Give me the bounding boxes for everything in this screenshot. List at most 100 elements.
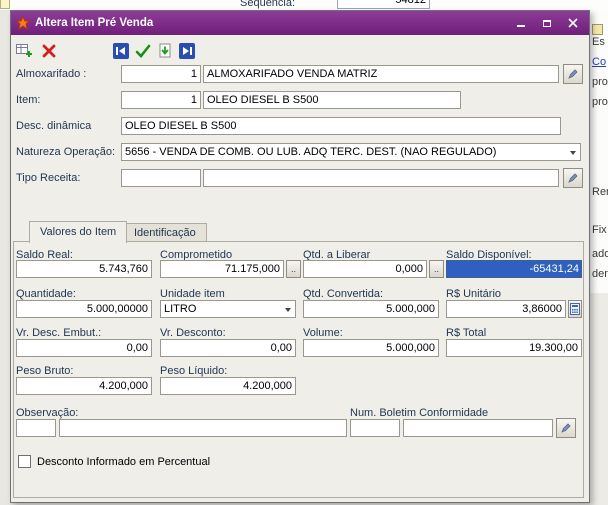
boletim-conformidade-label: Num. Boletim Conformidade (350, 407, 488, 419)
comprometido-field[interactable]: 71.175,000 (160, 260, 284, 278)
window-controls (509, 15, 584, 32)
boletim-lookup-button[interactable] (556, 418, 576, 438)
almoxarifado-lookup-button[interactable] (563, 64, 583, 84)
chevron-down-icon (285, 308, 291, 312)
qtd-a-liberar-field[interactable]: 0,000 (303, 260, 427, 278)
post-arrow-icon (156, 42, 174, 60)
background-text-fragment: Es (592, 36, 605, 48)
nav-last-button[interactable] (177, 41, 197, 61)
desc-dinamica-field[interactable]: OLEO DIESEL B S500 (121, 117, 561, 135)
nav-last-icon (178, 42, 196, 60)
background-window-right: Es Co pro prov Ren Fix ados den (590, 10, 608, 293)
close-icon (568, 18, 578, 28)
boletim-text-field[interactable] (403, 419, 553, 437)
background-text-fragment: Fix (592, 224, 607, 236)
background-fragment-icon (592, 24, 603, 35)
qtd-a-liberar-more-button[interactable]: .. (429, 260, 444, 278)
rs-unitario-label: R$ Unitário (446, 288, 501, 300)
unidade-item-select[interactable]: LITRO (160, 300, 296, 318)
tab-valores-do-item[interactable]: Valores do Item (29, 221, 127, 243)
calculator-button[interactable] (568, 300, 582, 318)
dialog-title: Altera Item Pré Venda (35, 17, 153, 29)
selected-text: -65431,24 (447, 261, 581, 277)
qtd-convertida-field[interactable]: 5.000,000 (303, 300, 439, 318)
tipo-receita-code-field[interactable] (121, 169, 201, 187)
tipo-receita-label: Tipo Receita: (16, 172, 80, 184)
quantidade-field[interactable]: 5.000,00000 (16, 300, 152, 318)
peso-bruto-field[interactable]: 4.200,000 (16, 377, 152, 395)
nav-first-icon (112, 42, 130, 60)
tipo-receita-lookup-button[interactable] (563, 168, 583, 188)
close-button[interactable] (561, 15, 584, 32)
pencil-icon (567, 68, 579, 80)
natureza-operacao-select[interactable]: 5656 - VENDA DE COMB. OU LUB. ADQ TERC. … (121, 143, 581, 161)
peso-bruto-label: Peso Bruto: (16, 365, 73, 377)
background-text-fragment: den (592, 268, 608, 280)
almoxarifado-label: Almoxarifado : (16, 68, 86, 80)
tab-identificacao[interactable]: Identificação (123, 223, 207, 242)
almoxarifado-code-field[interactable]: 1 (121, 65, 201, 83)
background-text-fragment: prov (592, 96, 608, 108)
volume-field[interactable]: 5.000,000 (303, 339, 439, 357)
boletim-code-field[interactable] (350, 419, 400, 437)
valores-do-item-panel: Saldo Real: 5.743,760 Comprometido 71.17… (13, 241, 584, 498)
minimize-button[interactable] (509, 15, 532, 32)
desc-dinamica-label: Desc. dinâmica (16, 120, 91, 132)
dialog-titlebar[interactable]: Altera Item Pré Venda (11, 11, 589, 35)
delete-icon (40, 42, 58, 60)
almoxarifado-name-field[interactable]: ALMOXARIFADO VENDA MATRIZ (203, 65, 559, 83)
post-button[interactable] (155, 41, 175, 61)
toolbar (11, 35, 589, 67)
delete-button[interactable] (39, 41, 59, 61)
peso-liquido-field[interactable]: 4.200,000 (160, 377, 296, 395)
sequencia-field[interactable]: 54812 (337, 0, 430, 9)
rs-total-label: R$ Total (446, 327, 486, 339)
saldo-real-field[interactable]: 5.743,760 (16, 260, 152, 278)
item-label: Item: (16, 94, 40, 106)
unidade-item-label: Unidade item (160, 288, 225, 300)
quantidade-label: Quantidade: (16, 288, 76, 300)
observacao-code-field[interactable] (16, 419, 56, 437)
maximize-button[interactable] (535, 15, 558, 32)
desconto-percentual-checkbox[interactable] (18, 455, 31, 468)
tipo-receita-name-field[interactable] (203, 169, 559, 187)
rs-total-field[interactable]: 19.300,00 (446, 339, 582, 357)
vr-desc-embut-label: Vr. Desc. Embut.: (16, 327, 101, 339)
item-code-field[interactable]: 1 (121, 91, 201, 109)
observacao-text-field[interactable] (59, 419, 347, 437)
rs-unitario-field[interactable]: 3,86000 (446, 300, 566, 318)
vr-desc-embut-field[interactable]: 0,00 (16, 339, 152, 357)
item-name-field[interactable]: OLEO DIESEL B S500 (203, 91, 461, 109)
confirm-button[interactable] (133, 41, 153, 61)
chevron-down-icon (570, 151, 576, 155)
maximize-icon (543, 20, 551, 27)
background-highlight-field (0, 0, 10, 9)
confirm-check-icon (134, 42, 152, 60)
natureza-operacao-value: 5656 - VENDA DE COMB. OU LUB. ADQ TERC. … (125, 146, 496, 158)
calculator-icon (570, 303, 580, 315)
app-icon (16, 16, 30, 30)
insert-button[interactable] (14, 41, 34, 61)
volume-label: Volume: (303, 327, 343, 339)
screen: { "colors": { "titlebar_purple": "#7c2d8… (0, 0, 608, 505)
comprometido-more-button[interactable]: .. (286, 260, 301, 278)
observacao-label: Observação: (16, 407, 78, 419)
altera-item-pre-venda-dialog: Altera Item Pré Venda (10, 10, 590, 503)
nav-first-button[interactable] (111, 41, 131, 61)
pencil-icon (560, 422, 572, 434)
background-text-fragment: pro (592, 76, 608, 88)
unidade-item-value: LITRO (164, 303, 196, 315)
insert-icon (15, 42, 33, 60)
qtd-convertida-label: Qtd. Convertida: (303, 288, 383, 300)
peso-liquido-label: Peso Líquido: (160, 365, 227, 377)
desconto-percentual-label: Desconto Informado em Percentual (37, 456, 210, 468)
saldo-disponivel-field[interactable]: -65431,24 (446, 260, 582, 278)
background-text-fragment: Ren (592, 186, 608, 198)
pencil-icon (567, 172, 579, 184)
sequencia-label: Sequência: (240, 0, 295, 9)
background-text-fragment: ados (592, 248, 608, 260)
vr-desconto-label: Vr. Desconto: (160, 327, 226, 339)
vr-desconto-field[interactable]: 0,00 (160, 339, 296, 357)
background-window-right-lower (590, 293, 608, 505)
natureza-operacao-label: Natureza Operação: (16, 146, 115, 158)
